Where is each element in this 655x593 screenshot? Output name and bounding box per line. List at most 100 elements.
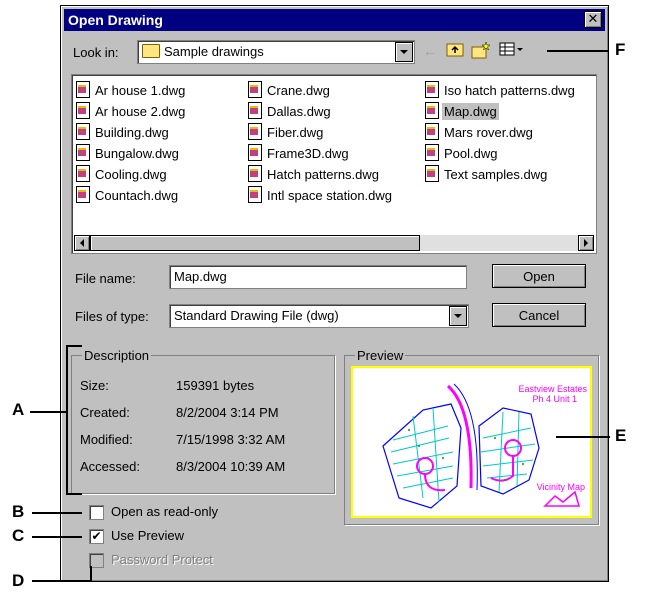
back-arrow-icon[interactable]: ← [420, 41, 440, 61]
file-list[interactable]: Ar house 1.dwg Ar house 2.dwg Building.d… [71, 74, 597, 254]
accessed-value: 8/3/2004 10:39 AM [176, 459, 286, 474]
created-label: Created: [80, 405, 130, 420]
callout-d-line [32, 580, 92, 582]
chevron-down-icon [400, 50, 408, 54]
cancel-button[interactable]: Cancel [492, 303, 586, 327]
dwg-file-icon [248, 123, 262, 140]
file-column-1: Ar house 1.dwg Ar house 2.dwg Building.d… [76, 81, 187, 207]
file-item[interactable]: Countach.dwg [76, 186, 187, 207]
view-menu-icon[interactable] [497, 41, 527, 61]
file-item[interactable]: Intl space station.dwg [248, 186, 394, 207]
callout-c: C [12, 526, 25, 545]
callout-a-bracket [66, 345, 82, 495]
description-group: Description Size: 159391 bytes Created: … [71, 348, 335, 494]
preview-title: Preview [355, 348, 406, 363]
file-item[interactable]: Hatch patterns.dwg [248, 165, 394, 186]
dwg-file-icon [248, 165, 262, 182]
dwg-file-icon [76, 186, 90, 203]
accessed-label: Accessed: [80, 459, 140, 474]
file-item[interactable]: Crane.dwg [248, 81, 394, 102]
lookin-dropdown-arrow[interactable] [395, 42, 413, 62]
dwg-file-icon [248, 102, 262, 119]
description-title: Description [82, 348, 152, 363]
use-preview-checkbox[interactable]: ✔ [89, 529, 104, 544]
modified-value: 7/15/1998 3:32 AM [176, 432, 286, 447]
dwg-file-icon [76, 102, 90, 119]
callout-f-line [547, 50, 609, 52]
filetype-label: Files of type: [75, 309, 149, 324]
filetype-dropdown[interactable]: Standard Drawing File (dwg) [169, 304, 469, 328]
file-item[interactable]: Frame3D.dwg [248, 144, 394, 165]
file-item[interactable]: Dallas.dwg [248, 102, 394, 123]
filetype-dropdown-arrow[interactable] [449, 306, 467, 326]
file-item[interactable]: Ar house 2.dwg [76, 102, 187, 123]
file-item[interactable]: Ar house 1.dwg [76, 81, 187, 102]
callout-a-line [30, 411, 68, 413]
file-item-selected[interactable]: Map.dwg [425, 102, 577, 123]
preview-group: Preview Eastview Estates Ph 4 Unit 1 Vic… [344, 348, 599, 525]
size-label: Size: [80, 378, 109, 393]
dwg-file-icon [425, 165, 439, 182]
dwg-file-icon [248, 186, 262, 203]
arrow-left-icon [80, 239, 84, 247]
dwg-file-icon [425, 144, 439, 161]
lookin-label: Look in: [73, 45, 119, 60]
created-value: 8/2/2004 3:14 PM [176, 405, 279, 420]
folder-icon [142, 44, 160, 58]
drawing-preview: Eastview Estates Ph 4 Unit 1 Vicinity Ma… [382, 383, 587, 509]
file-item[interactable]: Pool.dwg [425, 144, 577, 165]
file-item[interactable]: Text samples.dwg [425, 165, 577, 186]
callout-d: D [12, 571, 25, 590]
file-item[interactable]: Bungalow.dwg [76, 144, 187, 165]
callout-e-line [556, 436, 610, 438]
filename-value: Map.dwg [174, 269, 227, 284]
readonly-label: Open as read-only [111, 504, 218, 519]
open-drawing-dialog: Open Drawing ✕ Look in: Sample drawings … [60, 5, 609, 582]
dwg-file-icon [76, 144, 90, 161]
callout-d-riser [90, 566, 92, 582]
map-title-line1: Eastview Estates [518, 384, 587, 394]
use-preview-label: Use Preview [111, 528, 184, 543]
dwg-file-icon [425, 81, 439, 98]
dwg-file-icon [425, 123, 439, 140]
chevron-down-icon [454, 314, 462, 318]
password-label: Password Protect [111, 552, 213, 567]
callout-c-line [32, 536, 82, 538]
dwg-file-icon [76, 165, 90, 182]
lookin-value: Sample drawings [164, 44, 264, 59]
new-folder-icon[interactable] [471, 41, 491, 61]
callout-b: B [12, 502, 25, 521]
open-button[interactable]: Open [492, 264, 586, 288]
file-item[interactable]: Building.dwg [76, 123, 187, 144]
file-column-2: Crane.dwg Dallas.dwg Fiber.dwg Frame3D.d… [248, 81, 394, 207]
file-item[interactable]: Mars rover.dwg [425, 123, 577, 144]
dialog-title: Open Drawing [68, 12, 163, 28]
scroll-left-button[interactable] [74, 235, 90, 251]
lookin-dropdown[interactable]: Sample drawings [137, 40, 415, 64]
preview-image: Eastview Estates Ph 4 Unit 1 Vicinity Ma… [351, 366, 592, 518]
up-folder-icon[interactable] [445, 41, 465, 61]
callout-b-line [32, 512, 82, 514]
size-value: 159391 bytes [176, 378, 255, 393]
readonly-checkbox[interactable] [89, 505, 104, 520]
file-item[interactable]: Iso hatch patterns.dwg [425, 81, 577, 102]
dwg-file-icon [248, 144, 262, 161]
close-button[interactable]: ✕ [584, 11, 602, 28]
file-column-3: Iso hatch patterns.dwg Map.dwg Mars rove… [425, 81, 577, 186]
arrow-right-icon [584, 239, 588, 247]
dwg-file-icon [76, 123, 90, 140]
filetype-value: Standard Drawing File (dwg) [174, 308, 339, 323]
filename-label: File name: [75, 271, 136, 286]
map-title-line2: Ph 4 Unit 1 [532, 394, 577, 404]
scrollbar-thumb[interactable] [90, 235, 420, 251]
title-bar[interactable]: Open Drawing ✕ [64, 9, 605, 31]
dwg-file-icon [76, 81, 90, 98]
file-item[interactable]: Fiber.dwg [248, 123, 394, 144]
dwg-file-icon [248, 81, 262, 98]
horizontal-scrollbar[interactable] [74, 235, 594, 251]
file-item[interactable]: Cooling.dwg [76, 165, 187, 186]
filename-input[interactable]: Map.dwg [169, 265, 467, 289]
dwg-file-icon [425, 102, 439, 119]
scroll-right-button[interactable] [578, 235, 594, 251]
callout-a: A [12, 400, 25, 419]
